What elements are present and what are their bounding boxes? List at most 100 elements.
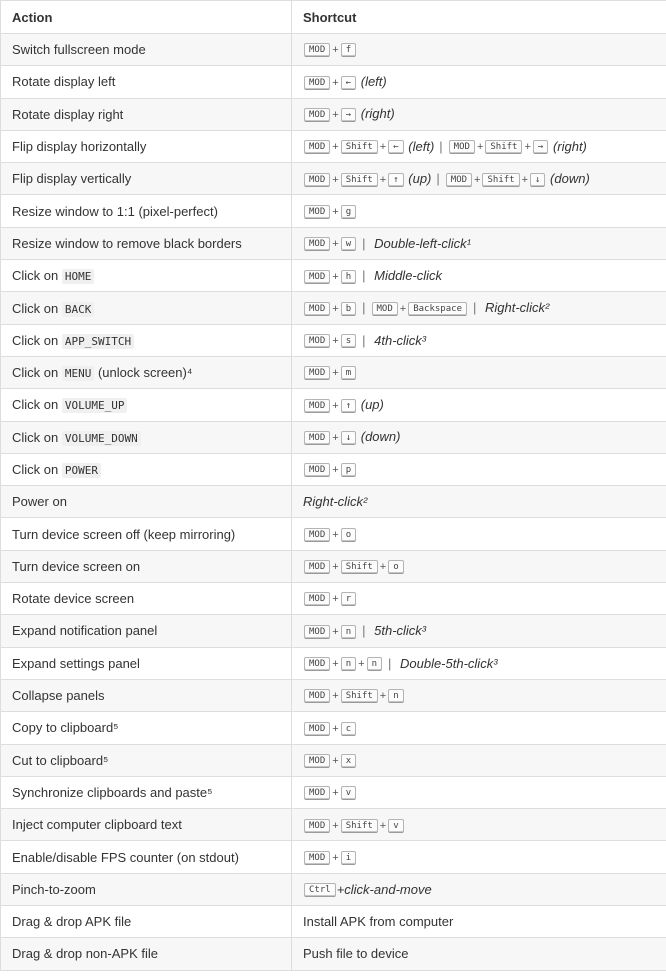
key-cap: MOD: [445, 172, 473, 187]
plus-sign: +: [332, 658, 339, 671]
key-cap: Shift: [482, 172, 520, 187]
keycode: APP_SWITCH: [61, 333, 135, 349]
plus-sign: +: [332, 722, 339, 735]
text: Drag & drop non-APK file: [12, 946, 158, 962]
shortcut-cell: MOD + n | 5th-click³: [291, 614, 666, 648]
plus-sign: +: [332, 109, 339, 122]
action-cell: Turn device screen on: [0, 549, 292, 584]
key-cap: p: [340, 463, 357, 478]
shortcut-cell: MOD + g: [291, 194, 666, 228]
shortcut-cell: MOD + h | Middle-click: [291, 259, 666, 293]
shortcut-cell: MOD + i: [291, 840, 666, 874]
alt-shortcut-text: Double-left-click¹: [370, 235, 471, 251]
text: Push file to device: [303, 946, 409, 962]
table-row: Cut to clipboard⁵ MOD + x: [0, 743, 666, 777]
text: Rotate device screen: [12, 591, 135, 607]
action-cell: Rotate display left: [0, 65, 292, 99]
table-row: Flip display horizontally MOD + Shift + ← (le…: [0, 129, 666, 164]
key-cap: ↑: [340, 398, 357, 413]
plus-sign: +: [332, 270, 339, 283]
text: Drag & drop APK file: [12, 914, 132, 930]
table-row: Click on POWER MOD + p: [0, 452, 666, 487]
action-cell: Expand settings panel: [0, 646, 292, 680]
table-row: Rotate display right MOD + → (right): [0, 97, 666, 131]
shortcut-cell: MOD + c: [291, 711, 666, 745]
shortcut-cell: Install APK from computer: [291, 905, 666, 939]
alt-shortcut-text: Double-5th-click³: [396, 655, 498, 671]
key-cap: m: [340, 366, 357, 381]
key-cap: MOD: [304, 269, 331, 284]
key-cap: MOD: [304, 172, 331, 187]
separator: |: [387, 655, 392, 671]
text: Click on: [12, 365, 62, 381]
plus-sign: +: [332, 690, 339, 703]
shortcut-cell: MOD + ↑ (up): [291, 388, 666, 422]
key-cap: MOD: [304, 786, 331, 801]
table-row: Inject computer clipboard text MOD + Shift +…: [0, 808, 666, 842]
plus-sign: +: [332, 819, 339, 832]
text: Click on: [12, 332, 62, 348]
plus-sign: +: [379, 141, 387, 154]
plus-sign: +: [332, 431, 339, 444]
table-row: Expand notification panel MOD + n | 5th-clic…: [0, 614, 666, 648]
action-cell: Click on POWER: [0, 452, 292, 487]
separator: |: [362, 332, 366, 348]
text: Install APK from computer: [303, 914, 454, 930]
plus-sign: +: [332, 625, 339, 638]
key-cap: b: [340, 301, 357, 316]
key-cap: MOD: [304, 753, 331, 768]
key-cap: g: [340, 204, 357, 219]
action-cell: Pinch-to-zoom: [0, 872, 292, 907]
plus-sign: +: [332, 367, 339, 380]
alt-shortcut-text: 4th-click³: [370, 332, 427, 348]
header-action: Action: [0, 0, 292, 34]
alt-shortcut-text: (up): [357, 397, 384, 413]
header-row: Action Shortcut: [0, 0, 666, 34]
shortcut-cell: MOD + v: [291, 775, 666, 810]
alt-shortcut-text: (down): [357, 429, 401, 445]
key-cap: MOD: [304, 721, 331, 736]
plus-sign: +: [476, 141, 484, 154]
key-cap: x: [340, 753, 357, 768]
table-row: Pinch-to-zoom Ctrl +click-and-move: [0, 872, 666, 907]
action-cell: Click on VOLUME_UP: [0, 388, 292, 422]
shortcut-cell: Right-click²: [291, 485, 666, 519]
separator: |: [362, 267, 366, 283]
alt-shortcut-text: +click-and-move: [336, 881, 432, 897]
key-cap: n: [340, 657, 357, 672]
key-cap: MOD: [304, 237, 331, 252]
table-row: Switch fullscreen mode MOD + f: [0, 32, 666, 67]
shortcut-cell: MOD + Shift + o: [291, 549, 666, 584]
action-cell: Rotate display right: [0, 97, 292, 131]
key-cap: c: [340, 721, 357, 736]
plus-sign: +: [332, 205, 339, 218]
action-cell: Click on VOLUME_DOWN: [0, 420, 292, 454]
plus-sign: +: [358, 658, 365, 671]
alt-shortcut-text: (left): [404, 138, 435, 154]
alt-shortcut-text: (up): [404, 171, 432, 187]
plus-sign: +: [332, 141, 339, 154]
table-row: Collapse panels MOD + Shift + n: [0, 678, 666, 713]
key-cap: ↑: [388, 172, 404, 187]
shortcut-cell: MOD + ↓ (down): [291, 420, 666, 454]
action-cell: Enable/disable FPS counter (on stdout): [0, 840, 292, 874]
alt-shortcut-text: (down): [546, 171, 590, 187]
plus-sign: +: [332, 173, 339, 186]
table-row: Drag & drop non-APK file Push file to dev…: [0, 937, 666, 971]
alt-shortcut-text: Middle-click: [370, 267, 443, 283]
key-cap: Shift: [340, 140, 378, 155]
text: Click on: [12, 397, 62, 413]
table-row: Click on VOLUME_UP MOD + ↑ (up): [0, 388, 666, 422]
key-cap: s: [340, 334, 357, 349]
action-cell: Flip display horizontally: [0, 129, 292, 164]
key-cap: o: [388, 560, 404, 575]
shortcut-cell: MOD + n + n | Double-5th-click³: [291, 646, 666, 680]
text: Collapse panels: [12, 688, 105, 704]
plus-sign: +: [379, 561, 387, 574]
table-row: Rotate device screen MOD + r: [0, 582, 666, 616]
text: Rotate display right: [12, 106, 124, 122]
text: Synchronize clipboards and paste⁵: [12, 784, 213, 800]
plus-sign: +: [524, 141, 531, 154]
action-cell: Expand notification panel: [0, 614, 292, 648]
key-cap: f: [340, 43, 357, 58]
